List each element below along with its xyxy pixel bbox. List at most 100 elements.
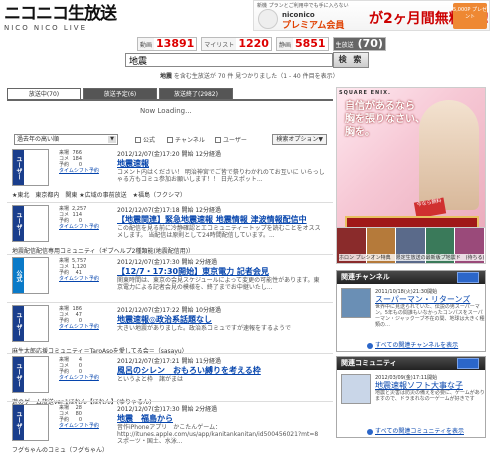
banner-small-text: 新機 プランとご利用中でも手に入らない	[257, 3, 349, 9]
chevron-down-icon: ▼	[108, 136, 116, 143]
related-community-item[interactable]: 2012/03/09(金)17:11開始 地震速報ソフト大事な子 地震と災害は防…	[341, 374, 485, 424]
broadcast-thumbnail[interactable]: ユーザー	[12, 305, 49, 342]
broadcast-thumbnail[interactable]: ユーザー	[12, 404, 49, 441]
arrow-icon	[367, 342, 373, 349]
broadcast-thumbnail[interactable]: ユーザー	[12, 205, 49, 242]
search-button[interactable]: 検 索	[333, 52, 369, 68]
broadcast-description: この配信を見る前に冷静確認とエコミュニティートップを読むことをオススメします。 …	[117, 225, 321, 239]
related-community-header: 関連コミュニティ	[337, 357, 485, 370]
stat-value: 1220	[236, 37, 271, 50]
broadcast-stats: 来場 28 コメ 80 予約 0 タイムシフト予約	[59, 405, 99, 429]
broadcast-thumbnail[interactable]: 公式	[12, 257, 49, 294]
stat-label: 生放送	[335, 41, 354, 49]
more-channels-link[interactable]: すべての関連チャンネルを表示	[367, 340, 458, 349]
stat-mylist[interactable]: マイリスト 1220	[201, 37, 272, 51]
result-count-text: を含む生放送が 70 件 見つかりました（1 - 40 件目を表示）	[172, 73, 339, 80]
timeshift-link[interactable]: タイムシフト予約	[59, 423, 99, 429]
filter-label: チャンネル	[175, 137, 205, 144]
timeshift-link[interactable]: タイムシフト予約	[59, 375, 99, 381]
stat-label: 動画	[140, 41, 153, 49]
broadcast-thumbnail[interactable]: ユーザー	[12, 149, 49, 186]
ad-maker: SQUARE ENIX.	[339, 90, 391, 96]
broadcast-time: 2012/12/07(金)17:30 開始 2分経過	[117, 259, 218, 266]
broadcast-time: 2012/12/07(金)17:20 開始 12分経過	[117, 151, 222, 158]
community-icon	[457, 358, 479, 369]
more-communities-link[interactable]: すべての関連コミュニティを表示	[367, 426, 464, 435]
filter-bar: 過去年の高い順 ▼ 公式 チャンネル ユーザー 検索オプション▼	[7, 132, 333, 146]
timeshift-link[interactable]: タイムシフト予約	[59, 224, 99, 230]
ad-copy-line: 自信があるなら	[345, 101, 415, 112]
broadcast-type-badge: ユーザー	[13, 150, 24, 185]
related-channel-item[interactable]: 2011/10/18(火)21:30開始 スーパーマン・リターンズ 世界中に見送…	[341, 288, 484, 338]
loading-text: Now Loading...	[140, 107, 192, 115]
ad-strip-text: ホロン プレシオン特典 限定生放送の最新版プ地震ド (待ちる)	[339, 254, 485, 261]
broadcast-title[interactable]: 風呂のシレン おもろい縛りを考える枠	[117, 365, 261, 376]
ad-copy-line: 胸を張りなさい、	[345, 114, 425, 125]
timeshift-link[interactable]: タイムシフト予約	[59, 276, 99, 282]
stat-live[interactable]: 生放送 (70)	[332, 37, 386, 51]
logo-text: ニコニコ生放送	[4, 4, 117, 24]
broadcast-title[interactable]: 【12/7・17:30開始】東京電力 記者会見	[117, 266, 269, 277]
tab-ended[interactable]: 放送終了(2982)	[159, 88, 233, 99]
stat-seiga[interactable]: 静画 5851	[275, 37, 329, 51]
ad-character-image	[419, 100, 479, 210]
timeshift-link[interactable]: タイムシフト予約	[59, 324, 99, 330]
community-name[interactable]: フグちゃんのコミュ（フグちゃん）	[12, 445, 108, 454]
broadcast-description: コメント内はください！ 明治神宮でご皆で祭りわかれのてお互いに いらっしゃる方も…	[117, 169, 325, 183]
row-divider	[7, 254, 333, 255]
filter-user[interactable]: ユーザー	[215, 135, 247, 144]
more-label: すべての関連コミュニティを表示	[375, 428, 464, 435]
filter-label: ユーザー	[223, 137, 247, 144]
item-desc: 世界中に見送られていた、伝説の男スーパーマン。5年もの間誰もいなかったコンパスを…	[375, 304, 485, 328]
timeshift-link[interactable]: タイムシフト予約	[59, 168, 99, 174]
category-counts: 動画 13891 マイリスト 1220 静画 5851 生放送 (70)	[137, 37, 386, 51]
broadcast-time: 2012/12/07(金)17:22 開始 10分経過	[117, 307, 222, 314]
box-title: 関連コミュニティ	[341, 359, 397, 367]
search-input[interactable]	[125, 53, 333, 67]
row-divider	[7, 401, 333, 402]
community-thumbnail[interactable]	[341, 374, 371, 404]
checkbox-icon	[215, 136, 221, 143]
channel-thumbnail[interactable]	[341, 288, 371, 318]
broadcast-time: 2012/12/07(金)17:21 開始 11分経過	[117, 358, 222, 365]
sort-select[interactable]: 過去年の高い順 ▼	[14, 134, 118, 145]
broadcast-title[interactable]: 地震速報	[117, 158, 149, 169]
arrow-icon	[367, 428, 373, 435]
broadcast-type-badge: ユーザー	[13, 357, 24, 392]
stat-value: 13891	[154, 37, 197, 50]
related-channel-box: 関連チャンネル 2011/10/18(火)21:30開始 スーパーマン・リターン…	[336, 270, 486, 352]
broadcast-title[interactable]: 地震速報◎政治系話題なし	[117, 314, 212, 325]
filter-official[interactable]: 公式	[135, 135, 155, 144]
box-title: 関連チャンネル	[341, 273, 390, 281]
community-name[interactable]: ★東北 東京都内 関東 ★広域の事前放送 ★福島（フクシマ）	[12, 190, 186, 199]
broadcast-type-badge: ユーザー	[13, 206, 24, 241]
stat-video[interactable]: 動画 13891	[137, 37, 198, 51]
broadcast-stats: 来場 766 コメ 184 予約 0 タイムシフト予約	[59, 150, 99, 174]
filter-channel[interactable]: チャンネル	[167, 135, 205, 144]
broadcast-title[interactable]: 地震 福島から	[117, 413, 173, 424]
stat-value: (70)	[355, 37, 385, 50]
banner-badge: 5,000P プレゼント	[453, 3, 487, 29]
tab-onair[interactable]: 放送中(70)	[7, 88, 81, 99]
status-tabs: 放送中(70) 放送予定(6) 放送終了(2982)	[7, 88, 333, 101]
item-desc: 地震と災害は防災の備えを必要に、ゲームがありますので、ドラまれなの一ゲームが好き…	[375, 390, 485, 402]
broadcast-title[interactable]: 【地震関連】緊急地震速報 地震情報 津波情報配信中	[117, 214, 307, 225]
result-query: 地震	[160, 73, 173, 80]
checkbox-icon	[167, 136, 173, 143]
secondary-ad[interactable]: ホロン プレシオン特典 限定生放送の最新版プ地震ド (待ちる)	[336, 227, 486, 264]
row-divider	[7, 353, 333, 354]
broadcast-stats: 来場 5,757 コメ 1,120 予約 41 タイムシフト予約	[59, 258, 99, 282]
search-options-button[interactable]: 検索オプション▼	[272, 134, 327, 145]
broadcast-description: 関東時間は、東京の会見スケジュールによって変更の可能性があります。東京電力による…	[117, 277, 320, 291]
sort-value: 過去年の高い順	[17, 136, 60, 143]
row-divider	[7, 202, 333, 203]
premium-banner[interactable]: 新機 プランとご利用中でも手に入らない niconico プレミアム会員 が2ヶ…	[253, 0, 490, 31]
broadcast-description: というよと枠 諸がまは	[117, 376, 184, 383]
stat-label: マイリスト	[204, 41, 235, 49]
site-logo[interactable]: ニコニコ生放送 NICO NICO LIVE	[4, 4, 117, 34]
broadcast-thumbnail[interactable]: ユーザー	[12, 356, 49, 393]
tab-reserved[interactable]: 放送予定(6)	[83, 88, 157, 99]
broadcast-description: 大きい地震がありました。政治系コミュですが速報をするようで	[117, 325, 292, 332]
broadcast-stats: 来場 2,257 コメ 114 予約 0 タイムシフト予約	[59, 206, 99, 230]
broadcast-type-badge: ユーザー	[13, 306, 24, 341]
